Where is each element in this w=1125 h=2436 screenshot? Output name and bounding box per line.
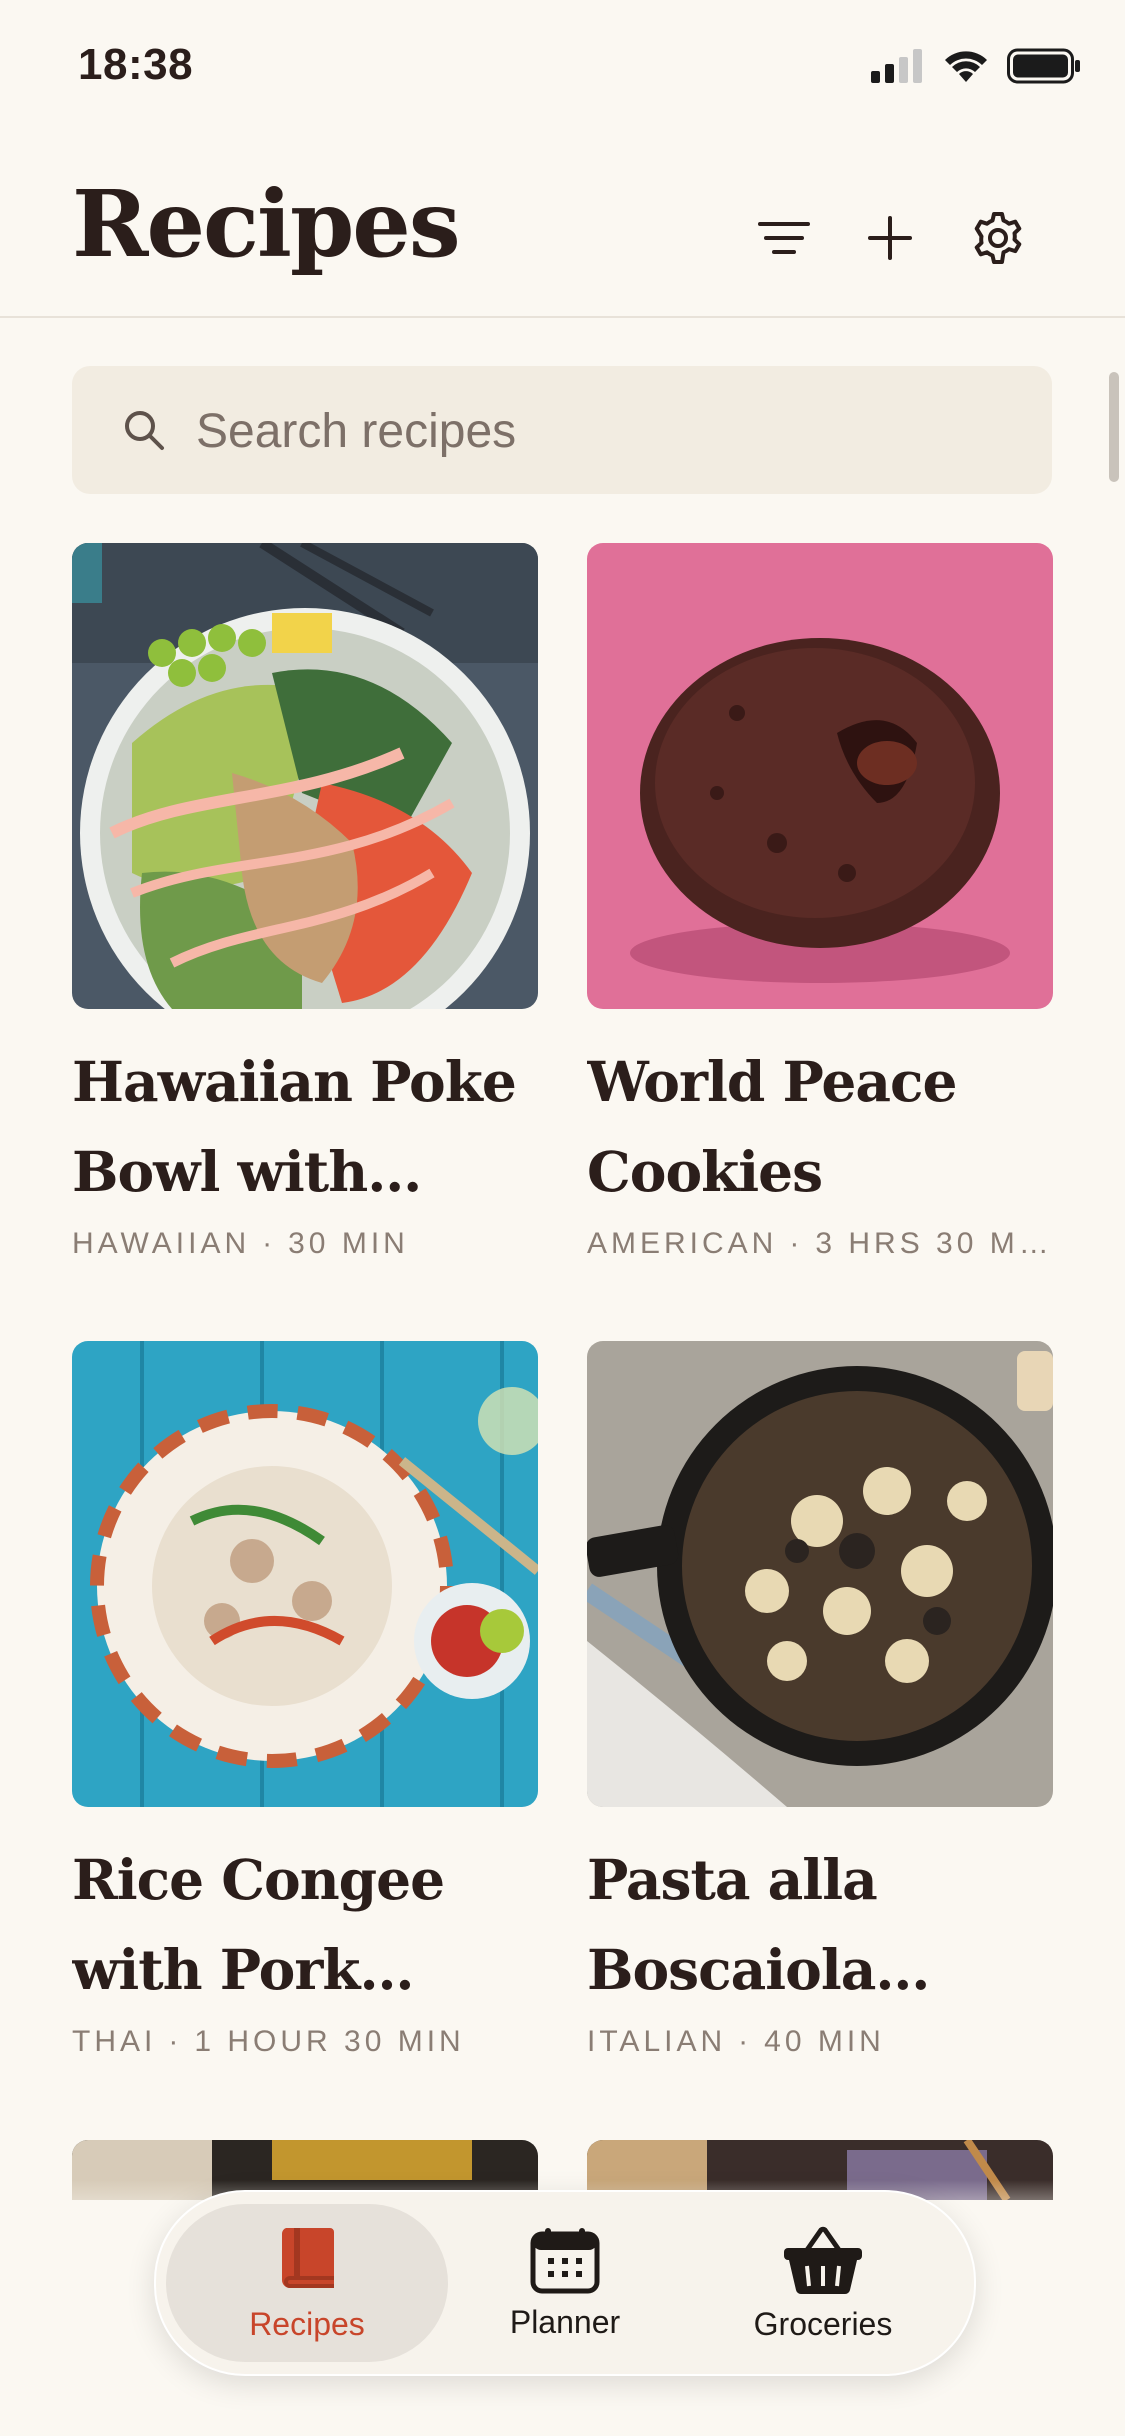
tab-bar: Recipes Planner Groceries bbox=[154, 2190, 976, 2376]
battery-icon bbox=[1007, 48, 1080, 84]
recipe-card[interactable]: Hawaiian Poke Bowl with Spicy Mayo HAWAI… bbox=[72, 543, 538, 1261]
tab-groceries[interactable]: Groceries bbox=[682, 2204, 964, 2362]
meta-separator: · bbox=[262, 1227, 277, 1260]
search-field[interactable]: Search recipes bbox=[72, 366, 1052, 494]
tab-label: Groceries bbox=[753, 2305, 893, 2342]
meta-separator: · bbox=[738, 2025, 753, 2058]
tab-label: Planner bbox=[509, 2303, 621, 2340]
recipe-title: Rice Congee with Pork Meatballs bbox=[72, 1847, 445, 2002]
recipe-cuisine: HAWAIIAN bbox=[72, 1227, 251, 1260]
recipe-meta: ITALIAN · 40 MIN bbox=[587, 2025, 1053, 2059]
recipe-meta: HAWAIIAN · 30 MIN bbox=[72, 1227, 538, 1261]
recipe-time: 40 MIN bbox=[764, 2025, 885, 2058]
plus-icon bbox=[868, 216, 912, 260]
recipe-time: 30 MIN bbox=[288, 1227, 409, 1260]
search-placeholder: Search recipes bbox=[196, 405, 517, 458]
search-icon bbox=[125, 411, 164, 450]
recipe-cuisine: THAI bbox=[72, 2025, 157, 2058]
recipe-image bbox=[587, 543, 1053, 1009]
scroll-indicator[interactable] bbox=[1109, 372, 1119, 482]
recipe-time: 3 HRS 30 MIN bbox=[815, 1227, 1053, 1260]
recipe-meta: AMERICAN · 3 HRS 30 MIN bbox=[587, 1227, 1053, 1261]
header: Recipes bbox=[0, 140, 1125, 318]
tab-recipes[interactable]: Recipes bbox=[166, 2204, 448, 2362]
recipe-title: Pasta alla Boscaiola (Mushroom Pasta) bbox=[587, 1847, 878, 2002]
tab-label: Recipes bbox=[249, 2305, 365, 2342]
recipe-image bbox=[72, 543, 538, 1009]
meta-separator: · bbox=[168, 2025, 183, 2058]
status-time: 18:38 bbox=[78, 40, 194, 89]
recipe-cuisine: AMERICAN bbox=[587, 1227, 778, 1260]
meta-separator: · bbox=[789, 1227, 804, 1260]
recipe-cuisine: ITALIAN bbox=[587, 2025, 727, 2058]
cellular-signal-icon bbox=[871, 49, 922, 83]
calendar-icon bbox=[530, 2227, 600, 2293]
recipe-card[interactable]: Pasta alla Boscaiola (Mushroom Pasta) IT… bbox=[587, 1341, 1053, 2059]
settings-button[interactable] bbox=[958, 198, 1038, 278]
book-icon bbox=[281, 2227, 334, 2288]
recipe-image bbox=[587, 1341, 1053, 1807]
page-title: Recipes bbox=[72, 170, 461, 278]
recipe-title: Hawaiian Poke Bowl with Spicy Mayo bbox=[72, 1049, 517, 1204]
add-recipe-button[interactable] bbox=[850, 198, 930, 278]
filter-icon bbox=[758, 222, 810, 254]
recipe-card[interactable]: World Peace Cookies AMERICAN · 3 HRS 30 MI… bbox=[587, 543, 1053, 1261]
recipe-title: World Peace Cookies bbox=[587, 1049, 957, 1204]
basket-icon bbox=[784, 2226, 862, 2294]
recipe-meta: THAI · 1 HOUR 30 MIN bbox=[72, 2025, 538, 2059]
tab-planner[interactable]: Planner bbox=[448, 2204, 682, 2362]
gear-icon bbox=[974, 212, 1022, 264]
status-icons bbox=[871, 48, 1081, 84]
recipe-time: 1 HOUR 30 MIN bbox=[194, 2025, 465, 2058]
recipe-card[interactable]: Rice Congee with Pork Meatballs THAI · 1 H… bbox=[72, 1341, 538, 2059]
filter-button[interactable] bbox=[744, 198, 824, 278]
wifi-icon bbox=[945, 51, 987, 82]
status-bar: 18:38 bbox=[0, 0, 1125, 140]
recipe-image bbox=[72, 1341, 538, 1807]
